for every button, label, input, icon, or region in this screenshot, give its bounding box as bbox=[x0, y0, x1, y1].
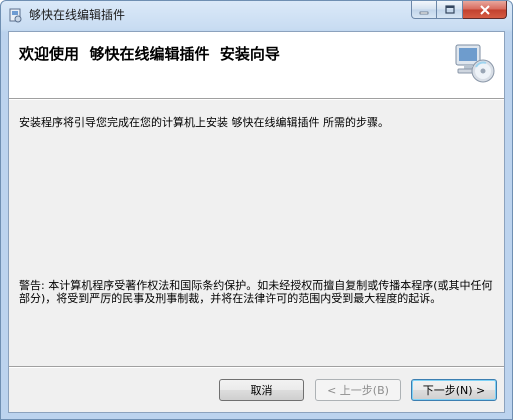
footer-divider bbox=[9, 366, 504, 368]
intro-text: 安装程序将引导您完成在您的计算机上安装 够快在线编辑插件 所需的步骤。 bbox=[19, 116, 389, 129]
copyright-warning: 警告: 本计算机程序受著作权法和国际条约保护。如未经授权而擅自复制或传播本程序(… bbox=[19, 279, 493, 305]
caption-buttons bbox=[411, 1, 507, 20]
computer-with-cd-icon bbox=[452, 41, 496, 85]
window-title: 够快在线编辑插件 bbox=[29, 8, 126, 22]
installer-window: 够快在线编辑插件 欢迎使用 够快在线编辑插件 安装向导 安装程序将引导您完成在您… bbox=[0, 0, 513, 420]
maximize-button[interactable] bbox=[437, 1, 463, 19]
close-button[interactable] bbox=[463, 1, 507, 19]
installer-app-icon bbox=[7, 7, 23, 23]
wizard-header: 欢迎使用 够快在线编辑插件 安装向导 bbox=[9, 32, 504, 99]
next-button[interactable]: 下一步(N) > bbox=[411, 379, 497, 401]
maximize-icon bbox=[444, 4, 455, 14]
minimize-icon bbox=[419, 11, 429, 14]
header-divider bbox=[9, 99, 504, 100]
back-button[interactable]: < 上一步(B) bbox=[315, 379, 401, 401]
wizard-content: 欢迎使用 够快在线编辑插件 安装向导 安装程序将引导您完成在您的计算机上安装 够… bbox=[8, 31, 505, 413]
minimize-button[interactable] bbox=[411, 1, 437, 19]
wizard-heading: 欢迎使用 够快在线编辑插件 安装向导 bbox=[19, 45, 280, 63]
cancel-button[interactable]: 取消 bbox=[219, 379, 304, 401]
close-icon bbox=[479, 4, 490, 15]
title-bar[interactable]: 够快在线编辑插件 bbox=[1, 1, 512, 31]
